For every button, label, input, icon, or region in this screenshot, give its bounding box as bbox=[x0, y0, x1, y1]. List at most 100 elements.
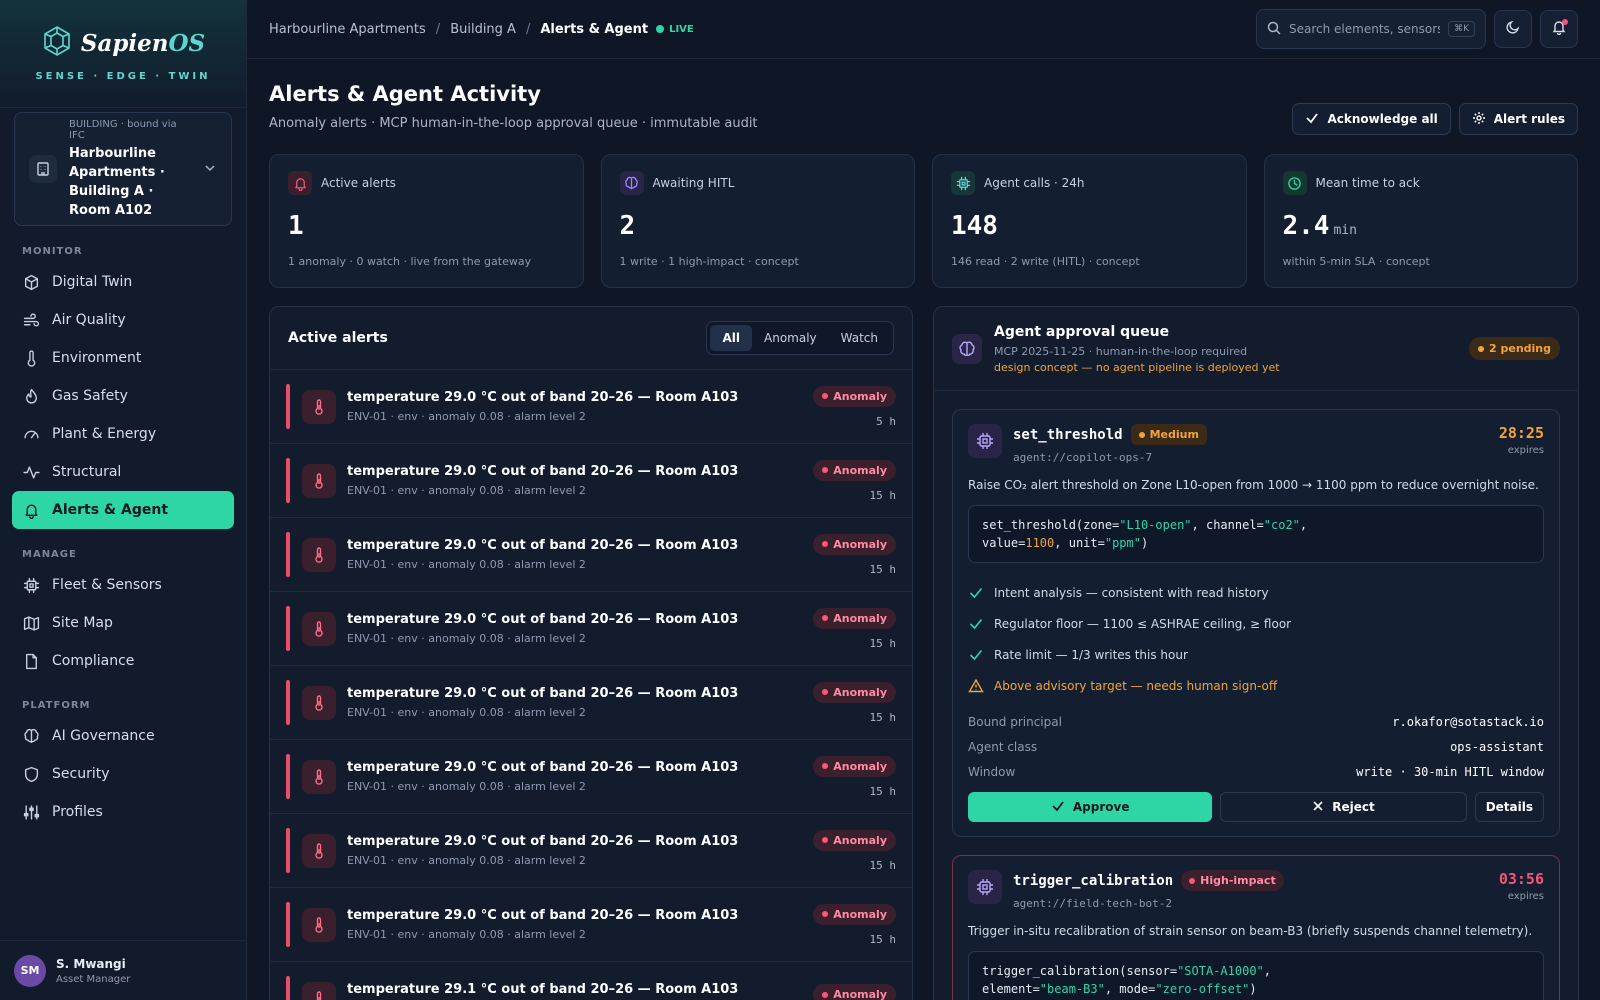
user-profile[interactable]: SM S. Mwangi Asset Manager bbox=[0, 940, 246, 1000]
bell-icon bbox=[288, 171, 312, 195]
alert-title: temperature 29.0 °C out of band 20–26 — … bbox=[347, 834, 739, 849]
clock-icon bbox=[1282, 171, 1307, 195]
sidebar-item-security[interactable]: Security bbox=[12, 755, 234, 793]
alert-row[interactable]: temperature 29.0 °C out of band 20–26 — … bbox=[270, 592, 912, 666]
policy-check: Regulator floor — 1100 ≤ ASHRAE ceiling,… bbox=[968, 608, 1544, 639]
chip-icon bbox=[23, 577, 40, 594]
filter-anomaly[interactable]: Anomaly bbox=[752, 325, 829, 351]
stat-number: 2.4 bbox=[1282, 211, 1330, 241]
theme-toggle-button[interactable] bbox=[1494, 10, 1532, 48]
stat-label: Mean time to ack bbox=[1315, 176, 1420, 190]
risk-label: Medium bbox=[1149, 428, 1199, 441]
alert-rules-button[interactable]: Alert rules bbox=[1458, 103, 1578, 135]
alert-meta: ENV-01 · env · anomaly 0.08 · alarm leve… bbox=[347, 410, 586, 423]
queue-title: Agent approval queue bbox=[994, 323, 1170, 340]
chevron-down-icon bbox=[203, 160, 217, 179]
alert-meta: ENV-01 · env · anomaly 0.08 · alarm leve… bbox=[347, 854, 586, 867]
code-token: element= bbox=[982, 982, 1040, 996]
alert-meta: ENV-01 · env · anomaly 0.08 · alarm leve… bbox=[347, 706, 586, 719]
detail-key: Bound principal bbox=[968, 714, 1062, 729]
context-selector[interactable]: BUILDING · bound via IFC Harbourline Apa… bbox=[14, 112, 232, 226]
filter-all[interactable]: All bbox=[710, 325, 752, 351]
alert-title: temperature 29.0 °C out of band 20–26 — … bbox=[347, 464, 739, 479]
nav-section-monitor: MONITOR bbox=[22, 246, 83, 257]
chip-icon bbox=[968, 424, 1002, 458]
alert-row[interactable]: temperature 29.0 °C out of band 20–26 — … bbox=[270, 814, 912, 888]
sidebar-item-label: Compliance bbox=[52, 653, 135, 669]
alert-row[interactable]: temperature 29.0 °C out of band 20–26 — … bbox=[270, 740, 912, 814]
details-button[interactable]: Details bbox=[1474, 792, 1544, 822]
sidebar-item-compliance[interactable]: Compliance bbox=[12, 642, 234, 680]
breadcrumb-separator: / bbox=[525, 21, 531, 37]
brand: SapienOS SENSE · EDGE · TWIN bbox=[0, 0, 246, 108]
thermometer-icon bbox=[302, 981, 336, 1000]
breadcrumb-item[interactable]: Harbourline Apartments bbox=[269, 22, 426, 37]
anomaly-label: Anomaly bbox=[833, 611, 887, 625]
sidebar-item-environment[interactable]: Environment bbox=[12, 339, 234, 377]
sidebar-item-air-quality[interactable]: Air Quality bbox=[12, 301, 234, 339]
sidebar-item-ai-governance[interactable]: AI Governance bbox=[12, 717, 234, 755]
sidebar-item-structural[interactable]: Structural bbox=[12, 453, 234, 491]
alert-title: temperature 29.0 °C out of band 20–26 — … bbox=[347, 908, 739, 923]
sidebar-item-label: Structural bbox=[52, 464, 122, 480]
stat-label: Active alerts bbox=[321, 176, 396, 190]
code-token: , bbox=[1299, 518, 1308, 532]
sidebar-item-label: Site Map bbox=[52, 615, 113, 631]
sidebar-item-alerts-agent[interactable]: Alerts & Agent bbox=[12, 491, 234, 529]
code-token: , mode= bbox=[1104, 982, 1156, 996]
context-title: Harbourline Apartments · Building A · Ro… bbox=[69, 145, 165, 218]
breadcrumb: Harbourline Apartments / Building A / Al… bbox=[269, 22, 1256, 37]
alerts-panel: Active alerts All Anomaly Watch temperat… bbox=[269, 306, 913, 1000]
alert-title: temperature 29.0 °C out of band 20–26 — … bbox=[347, 538, 739, 553]
sidebar-item-label: Air Quality bbox=[52, 312, 126, 328]
search-input[interactable] bbox=[1289, 20, 1441, 38]
anomaly-label: Anomaly bbox=[833, 537, 887, 551]
alert-row[interactable]: temperature 29.1 °C out of band 20–26 — … bbox=[270, 962, 912, 1000]
alert-title: temperature 29.0 °C out of band 20–26 — … bbox=[347, 390, 739, 405]
thermometer-icon bbox=[302, 611, 336, 646]
pending-badge: 2 pending bbox=[1469, 337, 1560, 360]
severity-bar bbox=[286, 606, 290, 651]
alert-row[interactable]: temperature 29.0 °C out of band 20–26 — … bbox=[270, 370, 912, 444]
alert-title: temperature 29.1 °C out of band 20–26 — … bbox=[347, 982, 739, 997]
severity-bar bbox=[286, 754, 290, 799]
stat-number: 148 bbox=[951, 211, 998, 241]
sidebar-item-plant-energy[interactable]: Plant & Energy bbox=[12, 415, 234, 453]
alert-age: 15 h bbox=[869, 710, 897, 724]
code-token: "co2" bbox=[1263, 518, 1300, 532]
alert-row[interactable]: temperature 29.0 °C out of band 20–26 — … bbox=[270, 888, 912, 962]
sidebar-item-site-map[interactable]: Site Map bbox=[12, 604, 234, 642]
alert-age: 5 h bbox=[876, 414, 896, 428]
approval-card: trigger_calibration High-impact agent://f… bbox=[952, 855, 1560, 1000]
brain-icon bbox=[952, 333, 982, 364]
main: Harbourline Apartments / Building A / Al… bbox=[247, 0, 1600, 1000]
acknowledge-all-button[interactable]: Acknowledge all bbox=[1292, 103, 1451, 135]
reject-button[interactable]: Reject bbox=[1220, 792, 1467, 822]
approve-label: Approve bbox=[1072, 800, 1130, 814]
anomaly-dot bbox=[822, 911, 829, 917]
approve-button[interactable]: Approve bbox=[968, 792, 1213, 822]
filter-watch[interactable]: Watch bbox=[829, 325, 890, 351]
sidebar-item-fleet-sensors[interactable]: Fleet & Sensors bbox=[12, 566, 234, 604]
stat-note: 1 write · 1 high-impact · concept bbox=[619, 255, 799, 268]
alert-row[interactable]: temperature 29.0 °C out of band 20–26 — … bbox=[270, 518, 912, 592]
breadcrumb-item[interactable]: Building A bbox=[450, 22, 516, 37]
notification-dot bbox=[1562, 19, 1568, 25]
reject-label: Reject bbox=[1332, 800, 1375, 814]
sidebar-item-profiles[interactable]: Profiles bbox=[12, 793, 234, 831]
notifications-button[interactable] bbox=[1540, 10, 1578, 48]
agent-uri: agent://copilot-ops-7 bbox=[1013, 451, 1153, 464]
sidebar-item-gas-safety[interactable]: Gas Safety bbox=[12, 377, 234, 415]
alert-row[interactable]: temperature 29.0 °C out of band 20–26 — … bbox=[270, 444, 912, 518]
alert-age: 15 h bbox=[869, 562, 897, 576]
brain-icon bbox=[619, 171, 644, 195]
tool-name: set_threshold bbox=[1013, 427, 1123, 443]
pending-label: 2 pending bbox=[1489, 342, 1551, 355]
check-icon bbox=[968, 647, 984, 663]
search-box[interactable]: ⌘K bbox=[1256, 9, 1486, 49]
request-description: Trigger in-situ recalibration of strain … bbox=[968, 924, 1533, 938]
alert-row[interactable]: temperature 29.0 °C out of band 20–26 — … bbox=[270, 666, 912, 740]
anomaly-dot bbox=[822, 991, 829, 998]
stat-unit: min bbox=[1333, 223, 1357, 238]
sidebar-item-digital-twin[interactable]: Digital Twin bbox=[12, 263, 234, 301]
